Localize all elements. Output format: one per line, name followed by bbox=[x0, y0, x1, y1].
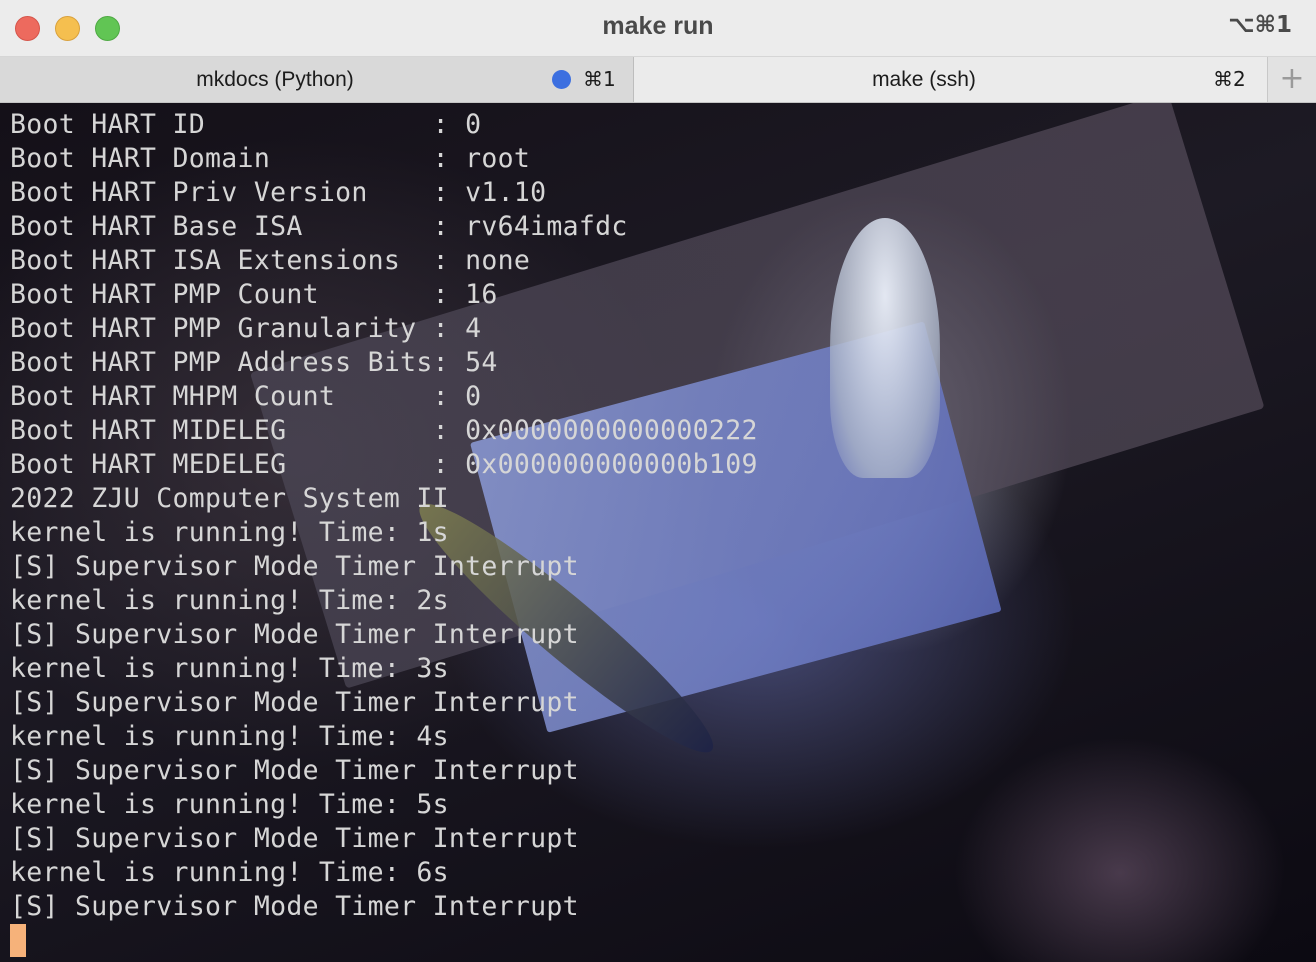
terminal-line: [S] Supervisor Mode Timer Interrupt bbox=[10, 687, 579, 718]
terminal-line: kernel is running! Time: 1s bbox=[10, 517, 449, 548]
terminal-line: kernel is running! Time: 5s bbox=[10, 789, 449, 820]
terminal-line: 2022 ZJU Computer System II bbox=[10, 483, 449, 514]
tab-mkdocs[interactable]: mkdocs (Python) ⌘1 bbox=[0, 57, 634, 102]
terminal-line: Boot HART PMP Address Bits: 54 bbox=[10, 347, 498, 378]
terminal-line: kernel is running! Time: 3s bbox=[10, 653, 449, 684]
terminal-line: Boot HART Domain : root bbox=[10, 143, 531, 174]
terminal-line: Boot HART ISA Extensions : none bbox=[10, 245, 531, 276]
activity-indicator-icon bbox=[552, 70, 571, 89]
terminal-line: [S] Supervisor Mode Timer Interrupt bbox=[10, 755, 579, 786]
new-tab-plus-icon[interactable]: + bbox=[1268, 57, 1316, 102]
tab-shortcut: ⌘2 bbox=[1213, 67, 1246, 91]
window-shortcut: ⌥⌘1 bbox=[1228, 12, 1292, 38]
terminal-line: kernel is running! Time: 2s bbox=[10, 585, 449, 616]
window-title: make run bbox=[602, 12, 714, 40]
text-cursor bbox=[10, 924, 26, 957]
terminal-line: Boot HART PMP Count : 16 bbox=[10, 279, 498, 310]
terminal-line: Boot HART Base ISA : rv64imafdc bbox=[10, 211, 628, 242]
terminal-line: Boot HART MIDELEG : 0x0000000000000222 bbox=[10, 415, 758, 446]
terminal-output[interactable]: Boot HART ID : 0 Boot HART Domain : root… bbox=[0, 103, 1316, 962]
terminal-line: kernel is running! Time: 6s bbox=[10, 857, 449, 888]
tab-bar: mkdocs (Python) ⌘1 make (ssh) ⌘2 + bbox=[0, 57, 1316, 103]
tab-label: mkdocs (Python) bbox=[196, 68, 354, 91]
terminal-line: [S] Supervisor Mode Timer Interrupt bbox=[10, 823, 579, 854]
terminal-window: make run ⌥⌘1 mkdocs (Python) ⌘1 make (ss… bbox=[0, 0, 1316, 962]
terminal-lines: Boot HART ID : 0 Boot HART Domain : root… bbox=[10, 108, 758, 924]
terminal-line: kernel is running! Time: 4s bbox=[10, 721, 449, 752]
background-image-bust bbox=[830, 218, 940, 478]
terminal-line: Boot HART MHPM Count : 0 bbox=[10, 381, 482, 412]
terminal-line: [S] Supervisor Mode Timer Interrupt bbox=[10, 619, 579, 650]
terminal-line: [S] Supervisor Mode Timer Interrupt bbox=[10, 891, 579, 922]
terminal-line: Boot HART ID : 0 bbox=[10, 109, 482, 140]
terminal-line: [S] Supervisor Mode Timer Interrupt bbox=[10, 551, 579, 582]
terminal-line: Boot HART PMP Granularity : 4 bbox=[10, 313, 482, 344]
tab-label: make (ssh) bbox=[872, 68, 976, 91]
terminal-line: Boot HART MEDELEG : 0x000000000000b109 bbox=[10, 449, 758, 480]
terminal-line: Boot HART Priv Version : v1.10 bbox=[10, 177, 547, 208]
title-bar[interactable]: make run ⌥⌘1 bbox=[0, 0, 1316, 57]
tab-shortcut: ⌘1 bbox=[583, 67, 616, 91]
tab-make-ssh[interactable]: make (ssh) ⌘2 bbox=[634, 57, 1268, 102]
